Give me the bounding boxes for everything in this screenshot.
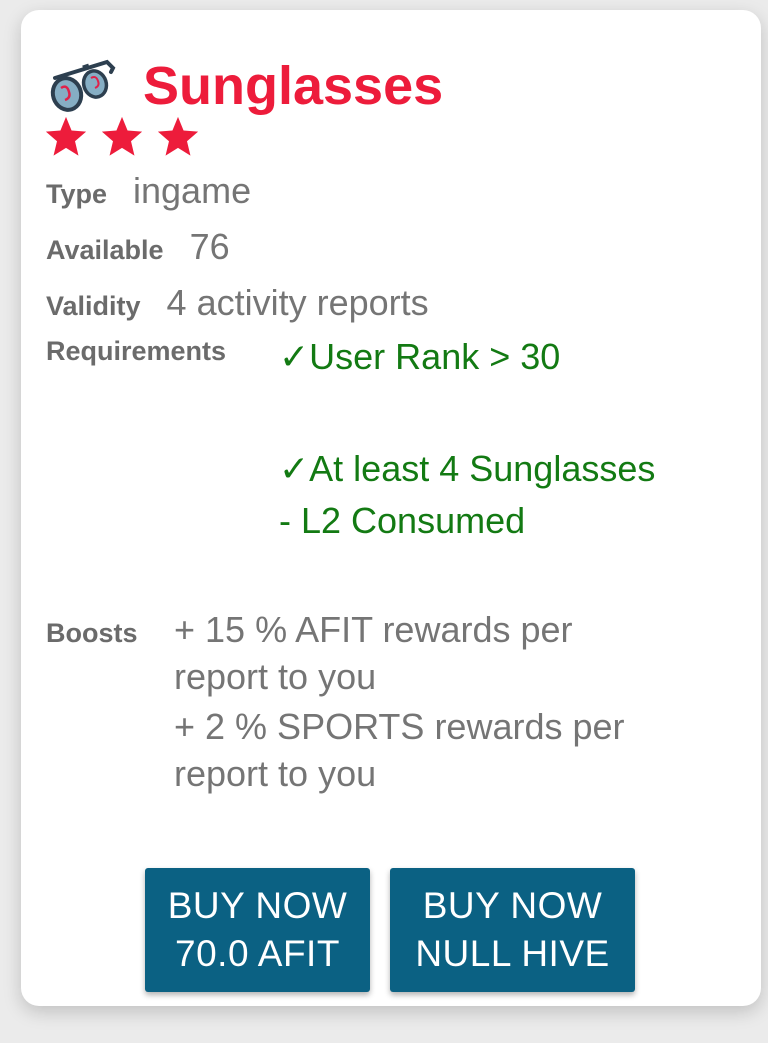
buy-now-hive-button[interactable]: BUY NOW NULL HIVE bbox=[390, 868, 635, 992]
validity-label: Validity bbox=[46, 291, 141, 321]
sunglasses-icon bbox=[50, 59, 116, 112]
rating-stars bbox=[43, 114, 201, 160]
boosts-label: Boosts bbox=[46, 618, 138, 648]
item-title: Sunglasses bbox=[143, 56, 444, 116]
button-label-line: BUY NOW bbox=[422, 884, 603, 926]
requirements-row: Requirements bbox=[46, 336, 226, 367]
available-row: Available 76 bbox=[46, 226, 230, 268]
button-label-line: BUY NOW bbox=[167, 884, 348, 926]
boost-item: + 15 % AFIT rewards per bbox=[174, 609, 573, 650]
validity-value: 4 activity reports bbox=[166, 282, 429, 323]
available-value: 76 bbox=[189, 226, 230, 267]
boost-item: + 2 % SPORTS rewards per bbox=[174, 706, 625, 747]
type-value: ingame bbox=[133, 170, 252, 211]
buy-now-afit-button[interactable]: BUY NOW 70.0 AFIT bbox=[145, 868, 370, 992]
type-label: Type bbox=[46, 179, 108, 209]
requirements-label: Requirements bbox=[46, 336, 227, 366]
item-card: Sunglasses Type ingame Available 76 Vali… bbox=[21, 10, 761, 1006]
available-label: Available bbox=[46, 235, 164, 265]
boost-item-continued: report to you bbox=[174, 753, 377, 794]
star-icon bbox=[45, 116, 87, 156]
type-row: Type ingame bbox=[46, 170, 251, 212]
button-price: 70.0 AFIT bbox=[175, 933, 340, 974]
star-icon bbox=[101, 116, 143, 156]
boost-item-continued: report to you bbox=[174, 656, 377, 697]
requirement-item-continued: - L2 Consumed bbox=[279, 500, 526, 541]
requirement-item: ✓User Rank > 30 bbox=[279, 336, 561, 377]
requirement-item: ✓At least 4 Sunglasses bbox=[279, 448, 656, 489]
validity-row: Validity 4 activity reports bbox=[46, 282, 429, 324]
boosts-row: Boosts bbox=[46, 618, 138, 649]
star-icon bbox=[157, 116, 199, 156]
button-price: NULL HIVE bbox=[415, 933, 610, 974]
